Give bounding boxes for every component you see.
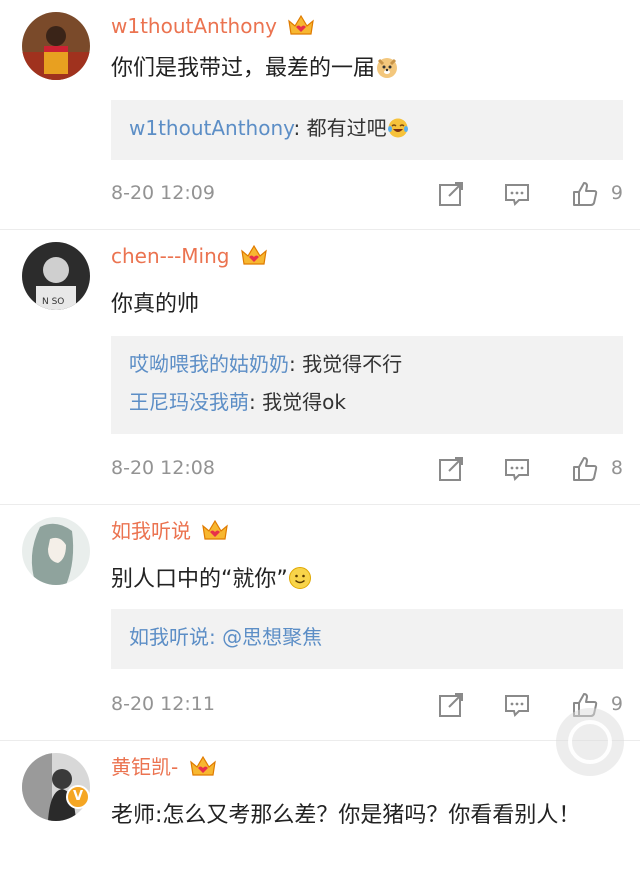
reply-username[interactable]: 王尼玛没我萌 [129, 390, 249, 414]
timestamp: 8-20 12:09 [111, 182, 215, 204]
username[interactable]: chen---Ming [111, 242, 268, 270]
like-count: 8 [610, 457, 623, 479]
reply-box[interactable]: 哎呦喂我的姑奶奶: 我觉得不行 王尼玛没我萌: 我觉得ok [111, 336, 623, 434]
floating-action-button[interactable] [556, 708, 624, 776]
verified-badge-icon: V [66, 785, 90, 809]
like-icon[interactable] [571, 180, 599, 208]
avatar[interactable]: N SO [22, 242, 90, 310]
reply-text: : @思想聚焦 [209, 625, 323, 649]
reply-item: 如我听说: @思想聚焦 [129, 618, 605, 656]
reply-box[interactable]: w1thoutAnthony: 都有过吧 [111, 100, 623, 160]
comment-meta: 8-20 12:08 8 [111, 455, 623, 485]
like-icon[interactable] [571, 455, 599, 483]
timestamp: 8-20 12:08 [111, 457, 215, 479]
svg-text:N SO: N SO [42, 297, 64, 307]
share-icon[interactable] [437, 691, 465, 719]
comment-meta: 8-20 12:09 9 [111, 180, 623, 210]
crown-vip-icon [241, 244, 267, 265]
comment-text: 别人口中的“就你” [111, 563, 610, 597]
reply-username[interactable]: w1thoutAnthony [129, 116, 294, 140]
share-icon[interactable] [437, 180, 465, 208]
reply-text: : 都有过吧 [293, 116, 387, 140]
comment-text: 老师:怎么又考那么差？你是猪吗？你看看别人！ [111, 803, 581, 828]
timestamp: 8-20 12:11 [111, 693, 215, 715]
share-icon[interactable] [437, 455, 465, 483]
reply-username[interactable]: 如我听说 [129, 625, 209, 649]
comment-text: 你真的帅 [111, 292, 200, 317]
crown-vip-icon [189, 755, 216, 776]
comment-item: V 黄钜凯- 老师:怎么又考那么差？你是猪吗？你看看别人！ [0, 741, 640, 875]
like-count: 9 [610, 693, 623, 715]
comment-meta: 8-20 12:11 9 [111, 691, 623, 721]
smile-emoji-icon [288, 567, 311, 589]
avatar[interactable] [22, 12, 90, 80]
username[interactable]: w1thoutAnthony [111, 12, 315, 40]
laughing-tears-emoji-icon [387, 118, 408, 138]
reply-username[interactable]: 哎呦喂我的姑奶奶 [129, 352, 289, 376]
crown-vip-icon [288, 14, 315, 35]
doge-emoji-icon [377, 58, 398, 78]
comment-icon[interactable] [503, 455, 531, 483]
crown-vip-icon [202, 519, 229, 540]
like-count: 9 [610, 182, 623, 204]
comment-text: 你们是我带过，最差的一届 [111, 52, 610, 86]
reply-item: w1thoutAnthony: 都有过吧 [129, 109, 605, 147]
comment-item: 如我听说 别人口中的“就你” 如我听说: @思想聚焦 8-20 12:11 9 [0, 505, 640, 741]
username[interactable]: 如我听说 [111, 517, 229, 545]
reply-text: : 我觉得ok [249, 390, 346, 414]
username[interactable]: 黄钜凯- [111, 753, 217, 781]
reply-text: : 我觉得不行 [289, 352, 403, 376]
comment-icon[interactable] [503, 180, 531, 208]
comment-icon[interactable] [503, 691, 531, 719]
reply-box[interactable]: 如我听说: @思想聚焦 [111, 609, 623, 669]
reply-item: 哎呦喂我的姑奶奶: 我觉得不行 [129, 345, 605, 383]
comment-item: w1thoutAnthony 你们是我带过，最差的一届 w1thoutAntho… [0, 0, 640, 230]
reply-item: 王尼玛没我萌: 我觉得ok [129, 383, 605, 421]
comment-item: N SO chen---Ming 你真的帅 哎呦喂我的姑奶奶: 我觉得不行 王尼… [0, 230, 640, 505]
avatar[interactable] [22, 517, 90, 585]
